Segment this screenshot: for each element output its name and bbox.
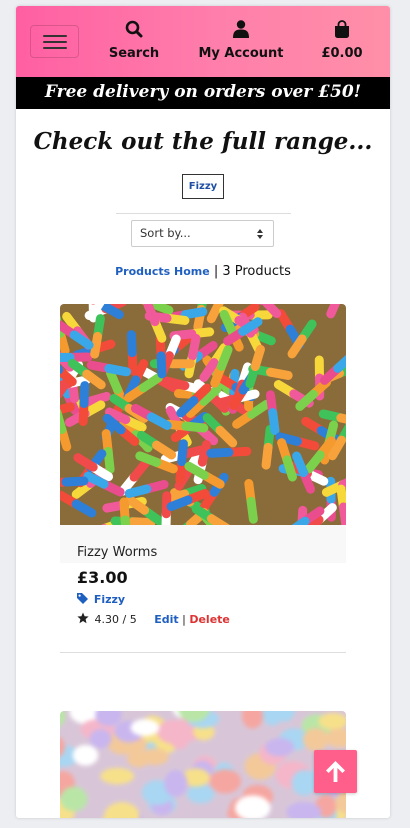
product-image[interactable] xyxy=(60,304,346,525)
breadcrumb: Products Home | 3 Products xyxy=(16,264,390,279)
candy-hearts-photo xyxy=(60,711,346,818)
search-nav-button[interactable]: Search xyxy=(108,20,160,61)
tag-icon xyxy=(77,593,88,604)
arrow-up-icon xyxy=(326,761,345,782)
sort-select-value: Sort by... xyxy=(140,226,191,240)
menu-toggle-button[interactable] xyxy=(30,25,79,58)
product-card: Fizzy Worms £3.00 Fizzy 4.30 / 5 Edit | … xyxy=(60,304,346,653)
select-arrows-icon xyxy=(257,229,263,239)
product-category-link[interactable]: Fizzy xyxy=(60,587,346,606)
page-frame: Search My Account £0.00 Free delivery on… xyxy=(16,6,390,818)
fizzy-worms-photo xyxy=(60,304,346,525)
product-rating: 4.30 / 5 xyxy=(94,613,137,626)
product-category-label: Fizzy xyxy=(93,593,126,606)
user-icon xyxy=(233,20,249,38)
product-price: £3.00 xyxy=(77,568,128,587)
products-home-link[interactable]: Products Home xyxy=(115,265,210,278)
cart-total-label: £0.00 xyxy=(321,46,363,61)
star-icon xyxy=(77,612,89,624)
back-to-top-button[interactable] xyxy=(314,750,357,793)
sort-select[interactable]: Sort by... xyxy=(131,220,274,247)
product-rating-row: 4.30 / 5 Edit | Delete xyxy=(60,606,346,626)
my-account-label: My Account xyxy=(198,46,284,61)
cart-nav-button[interactable]: £0.00 xyxy=(316,20,368,61)
search-icon xyxy=(125,20,143,38)
shopping-bag-icon xyxy=(335,20,349,38)
my-account-nav-button[interactable]: My Account xyxy=(196,20,286,61)
top-navbar: Search My Account £0.00 xyxy=(16,6,390,77)
category-tag-button[interactable]: Fizzy xyxy=(182,174,224,199)
search-label: Search xyxy=(108,46,160,61)
free-delivery-banner: Free delivery on orders over £50! xyxy=(16,77,390,109)
edit-link[interactable]: Edit xyxy=(154,613,178,626)
product-card xyxy=(60,711,346,818)
product-count: 3 Products xyxy=(222,264,291,279)
product-name[interactable]: Fizzy Worms xyxy=(60,525,346,563)
page-title: Check out the full range... xyxy=(33,128,373,155)
breadcrumb-separator: | xyxy=(213,264,219,279)
card-divider xyxy=(60,652,346,653)
delete-link[interactable]: Delete xyxy=(189,613,230,626)
divider xyxy=(116,213,291,214)
product-image[interactable] xyxy=(60,711,346,818)
